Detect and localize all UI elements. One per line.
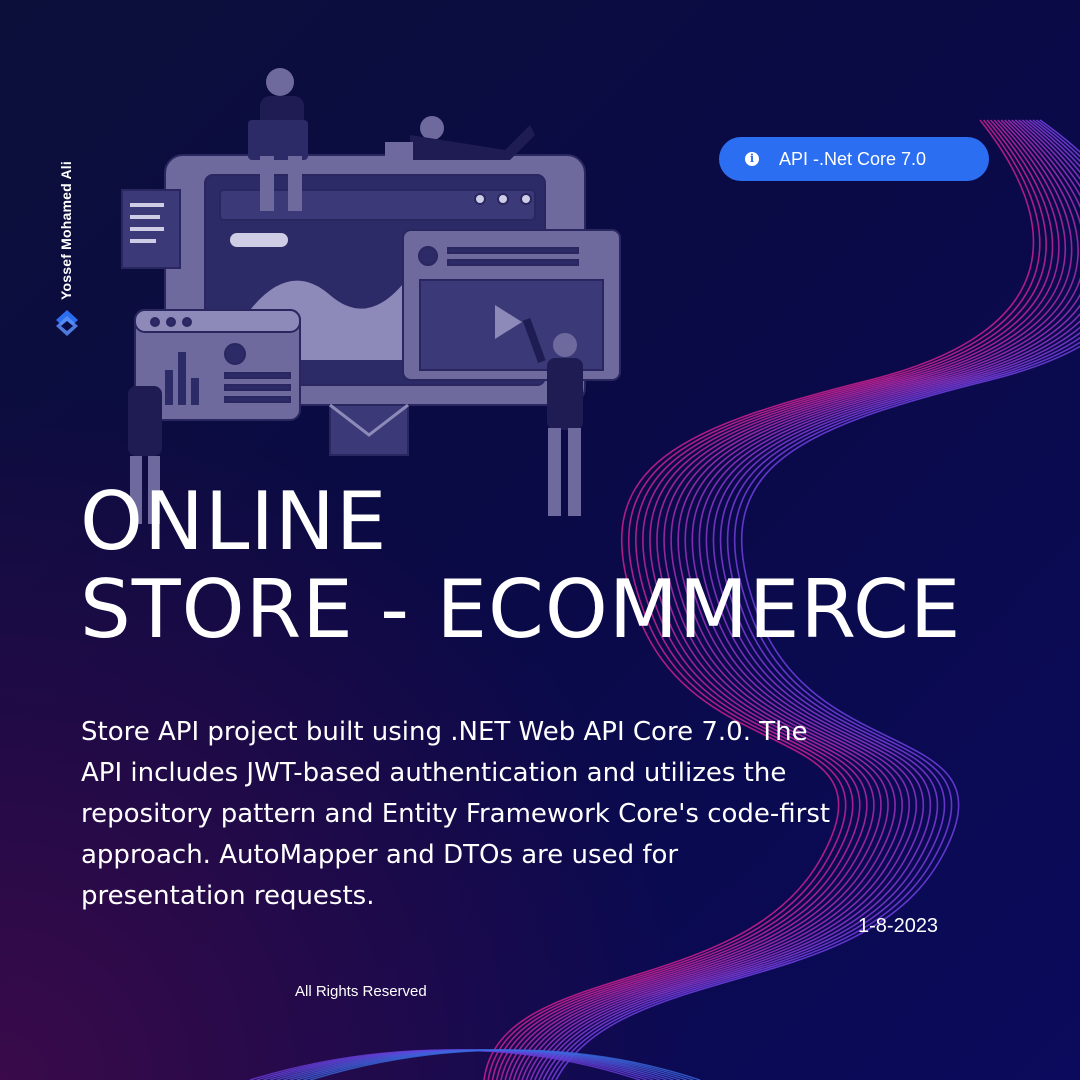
badge-label: API -.Net Core 7.0 [779, 148, 927, 169]
rights-footer: All Rights Reserved [295, 983, 427, 1000]
project-description: Store API project built using .NET Web A… [81, 717, 831, 911]
date-label: 1-8-2023 [858, 915, 939, 937]
team-dashboard-illustration [121, 68, 621, 524]
info-icon: i [745, 152, 759, 166]
page-title: ONLINE STORE - ECOMMERCE [80, 478, 961, 654]
api-version-badge: i API -.Net Core 7.0 [719, 137, 989, 181]
layered-diamond-logo-icon [56, 310, 78, 336]
title-line-2: STORE - ECOMMERCE [80, 563, 962, 656]
title-line-1: ONLINE [80, 475, 388, 568]
author-name: Yossef Mohamed Ali [58, 161, 74, 300]
author-tag: Yossef Mohamed Ali [52, 140, 82, 340]
